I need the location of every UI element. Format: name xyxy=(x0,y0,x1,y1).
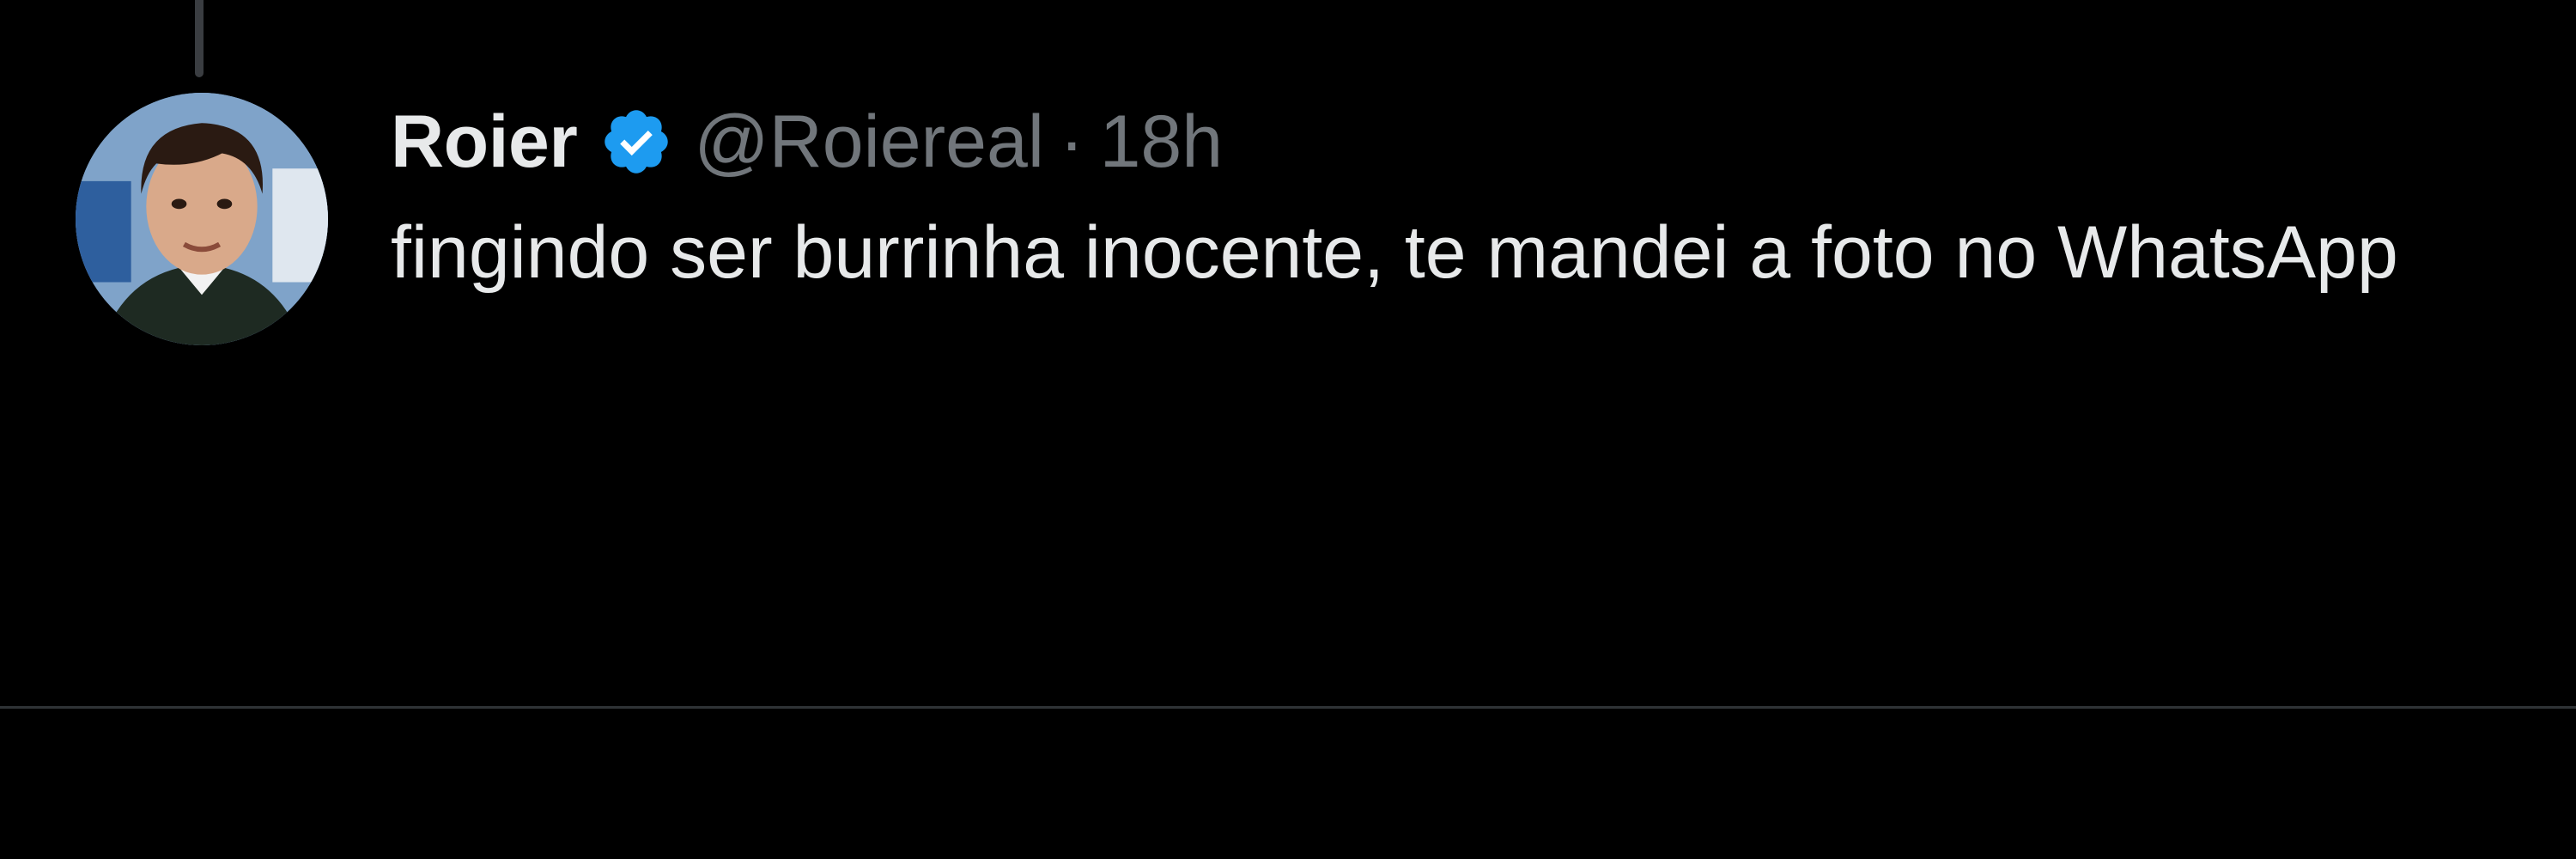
timestamp[interactable]: 18h xyxy=(1100,100,1224,185)
thread-connector-line xyxy=(195,0,204,77)
tweet-text: fingindo ser burrinha inocente, te mande… xyxy=(391,211,2398,294)
verified-badge-icon[interactable] xyxy=(599,105,673,179)
display-name[interactable]: Roier xyxy=(391,100,578,185)
user-handle[interactable]: @Roiereal xyxy=(694,100,1044,185)
separator-dot: · xyxy=(1059,100,1084,183)
divider xyxy=(0,706,2576,709)
avatar-photo xyxy=(76,93,328,345)
tweet[interactable]: Roier @Roiereal · 18h fingindo ser burri… xyxy=(391,86,2503,306)
avatar[interactable] xyxy=(76,93,328,345)
tweet-header: Roier @Roiereal · 18h xyxy=(391,86,2503,198)
